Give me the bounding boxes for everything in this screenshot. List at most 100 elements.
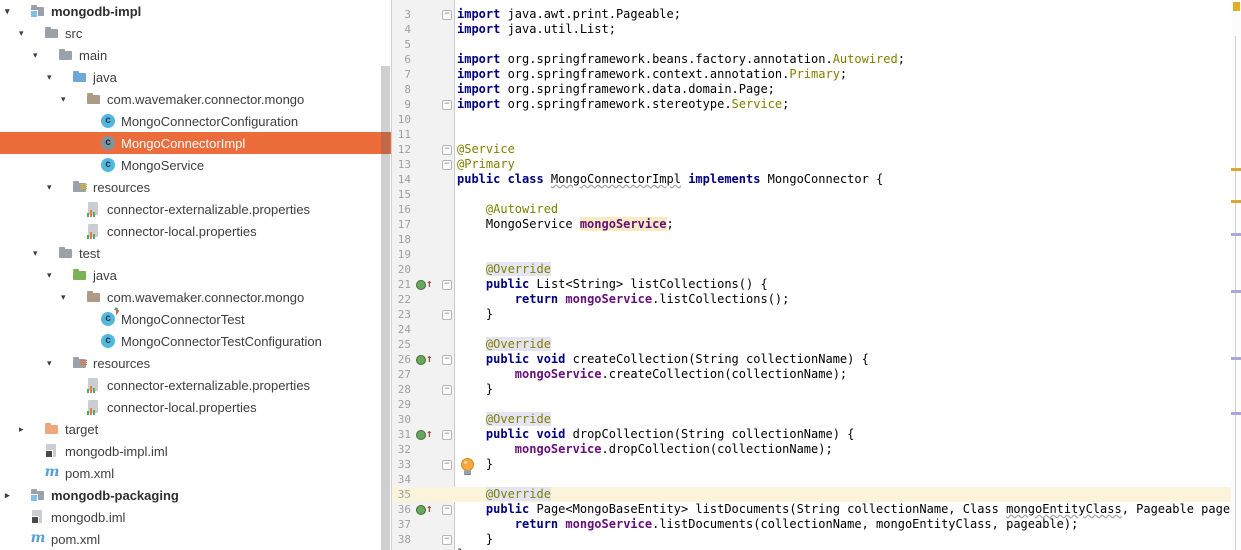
tree-row[interactable]: mongodb-impl.iml bbox=[0, 440, 391, 462]
editor-line[interactable]: 22 return mongoService.listCollections()… bbox=[392, 292, 1241, 307]
code-editor[interactable]: 3−import java.awt.print.Pageable;4import… bbox=[391, 0, 1241, 550]
fold-start-marker[interactable]: − bbox=[435, 502, 454, 517]
tree-row[interactable]: cMongoConnectorConfiguration bbox=[0, 110, 391, 132]
chevron-down-icon[interactable]: ▾ bbox=[33, 248, 58, 259]
fold-start-marker[interactable]: − bbox=[435, 352, 454, 367]
fold-end-marker[interactable]: − bbox=[435, 97, 454, 112]
warning-stripe-mark[interactable] bbox=[1231, 168, 1241, 171]
editor-line[interactable]: 36↑− public Page<MongoBaseEntity> listDo… bbox=[392, 502, 1241, 517]
editor-line[interactable]: 19 bbox=[392, 247, 1241, 262]
tree-row[interactable]: ▾resources bbox=[0, 352, 391, 374]
editor-line[interactable]: 16 @Autowired bbox=[392, 202, 1241, 217]
chevron-down-icon[interactable]: ▾ bbox=[19, 28, 44, 39]
tree-row[interactable]: ▾test bbox=[0, 242, 391, 264]
editor-line[interactable]: 28− } bbox=[392, 382, 1241, 397]
editor-line[interactable]: 7import org.springframework.context.anno… bbox=[392, 67, 1241, 82]
editor-line[interactable]: 11 bbox=[392, 127, 1241, 142]
tree-row[interactable]: ▸target bbox=[0, 418, 391, 440]
tree-row[interactable]: ▾com.wavemaker.connector.mongo bbox=[0, 88, 391, 110]
chevron-down-icon[interactable]: ▾ bbox=[61, 94, 86, 105]
chevron-down-icon[interactable]: ▾ bbox=[47, 270, 72, 281]
editor-line[interactable]: 29 bbox=[392, 397, 1241, 412]
editor-line[interactable]: 32 mongoService.dropCollection(collectio… bbox=[392, 442, 1241, 457]
tree-row[interactable]: cMongoConnectorTest bbox=[0, 308, 391, 330]
fold-end-marker[interactable]: − bbox=[435, 157, 454, 172]
fold-start-marker[interactable]: − bbox=[435, 277, 454, 292]
overrides-method-gutter-icon[interactable]: ↑ bbox=[411, 502, 435, 517]
editor-line[interactable]: 13−@Primary bbox=[392, 157, 1241, 172]
tree-row[interactable]: ▸mongodb-packaging bbox=[0, 484, 391, 506]
tree-row[interactable]: cMongoConnectorTestConfiguration bbox=[0, 330, 391, 352]
info-stripe-mark[interactable] bbox=[1231, 357, 1241, 360]
tree-row[interactable]: ▾src bbox=[0, 22, 391, 44]
tree-row[interactable]: mpom.xml bbox=[0, 528, 391, 550]
tree-row[interactable]: ▾main bbox=[0, 44, 391, 66]
chevron-down-icon[interactable]: ▾ bbox=[47, 72, 72, 83]
editor-line[interactable]: 10 bbox=[392, 112, 1241, 127]
chevron-down-icon[interactable]: ▾ bbox=[47, 182, 72, 193]
editor-line[interactable]: 33− } bbox=[392, 457, 1241, 472]
fold-start-marker[interactable]: − bbox=[435, 7, 454, 22]
chevron-down-icon[interactable]: ▾ bbox=[5, 6, 30, 17]
tree-row[interactable]: ▾mongodb-impl bbox=[0, 0, 391, 22]
editor-line[interactable]: 12−@Service bbox=[392, 142, 1241, 157]
editor-line[interactable]: 5 bbox=[392, 37, 1241, 52]
editor-line[interactable]: 30 @Override bbox=[392, 412, 1241, 427]
editor-line[interactable]: 8import org.springframework.data.domain.… bbox=[392, 82, 1241, 97]
tree-row[interactable]: connector-local.properties bbox=[0, 220, 391, 242]
tree-row[interactable]: mongodb.iml bbox=[0, 506, 391, 528]
tree-scrollbar[interactable] bbox=[380, 0, 391, 550]
editor-line[interactable]: 17 MongoService mongoService; bbox=[392, 217, 1241, 232]
inspection-status-icon[interactable] bbox=[1233, 2, 1240, 11]
tree-row[interactable]: connector-externalizable.properties bbox=[0, 374, 391, 396]
editor-line[interactable]: 23− } bbox=[392, 307, 1241, 322]
editor-line[interactable]: 20 @Override bbox=[392, 262, 1241, 277]
editor-line[interactable]: 4import java.util.List; bbox=[392, 22, 1241, 37]
editor-line[interactable]: 34 bbox=[392, 472, 1241, 487]
fold-end-marker[interactable]: − bbox=[435, 307, 454, 322]
editor-line[interactable]: 15 bbox=[392, 187, 1241, 202]
editor-line[interactable]: 35 @Override bbox=[392, 487, 1241, 502]
editor-line[interactable]: 18 bbox=[392, 232, 1241, 247]
editor-line[interactable]: 25 @Override bbox=[392, 337, 1241, 352]
intention-lightbulb-icon[interactable] bbox=[460, 458, 474, 475]
tree-row[interactable]: ▾resources bbox=[0, 176, 391, 198]
error-stripe[interactable] bbox=[1231, 0, 1241, 550]
tree-row[interactable]: ▾com.wavemaker.connector.mongo bbox=[0, 286, 391, 308]
editor-line[interactable]: 21↑− public List<String> listCollections… bbox=[392, 277, 1241, 292]
tree-row[interactable]: cMongoService bbox=[0, 154, 391, 176]
project-tree[interactable]: ▾mongodb-impl▾src▾main▾java▾com.wavemake… bbox=[0, 0, 391, 550]
warning-stripe-mark[interactable] bbox=[1231, 200, 1241, 203]
editor-line[interactable]: 14public class MongoConnectorImpl implem… bbox=[392, 172, 1241, 187]
info-stripe-mark[interactable] bbox=[1231, 290, 1241, 293]
overrides-method-gutter-icon[interactable]: ↑ bbox=[411, 277, 435, 292]
tree-row[interactable]: connector-externalizable.properties bbox=[0, 198, 391, 220]
tree-row[interactable]: ▾java bbox=[0, 264, 391, 286]
editor-line[interactable]: 24 bbox=[392, 322, 1241, 337]
info-stripe-mark[interactable] bbox=[1231, 412, 1241, 415]
fold-start-marker[interactable]: − bbox=[435, 142, 454, 157]
tree-row[interactable]: mpom.xml bbox=[0, 462, 391, 484]
chevron-down-icon[interactable]: ▾ bbox=[47, 358, 72, 369]
fold-end-marker[interactable]: − bbox=[435, 532, 454, 547]
tree-scrollbar-thumb[interactable] bbox=[381, 66, 390, 550]
tree-row[interactable]: cMongoConnectorImpl bbox=[0, 132, 391, 154]
chevron-right-icon[interactable]: ▸ bbox=[19, 424, 44, 435]
editor-line[interactable]: 37 return mongoService.listDocuments(col… bbox=[392, 517, 1241, 532]
fold-start-marker[interactable]: − bbox=[435, 427, 454, 442]
fold-end-marker[interactable]: − bbox=[435, 457, 454, 472]
overrides-method-gutter-icon[interactable]: ↑ bbox=[411, 427, 435, 442]
editor-line[interactable]: 38− } bbox=[392, 532, 1241, 547]
fold-end-marker[interactable]: − bbox=[435, 382, 454, 397]
editor-line[interactable]: 31↑− public void dropCollection(String c… bbox=[392, 427, 1241, 442]
chevron-down-icon[interactable]: ▾ bbox=[61, 292, 86, 303]
tree-row[interactable]: ▾java bbox=[0, 66, 391, 88]
editor-line[interactable]: 6import org.springframework.beans.factor… bbox=[392, 52, 1241, 67]
chevron-down-icon[interactable]: ▾ bbox=[33, 50, 58, 61]
chevron-right-icon[interactable]: ▸ bbox=[5, 490, 30, 501]
editor-line[interactable]: 9−import org.springframework.stereotype.… bbox=[392, 97, 1241, 112]
overrides-method-gutter-icon[interactable]: ↑ bbox=[411, 352, 435, 367]
tree-row[interactable]: connector-local.properties bbox=[0, 396, 391, 418]
info-stripe-mark[interactable] bbox=[1231, 233, 1241, 236]
editor-line[interactable]: 26↑− public void createCollection(String… bbox=[392, 352, 1241, 367]
